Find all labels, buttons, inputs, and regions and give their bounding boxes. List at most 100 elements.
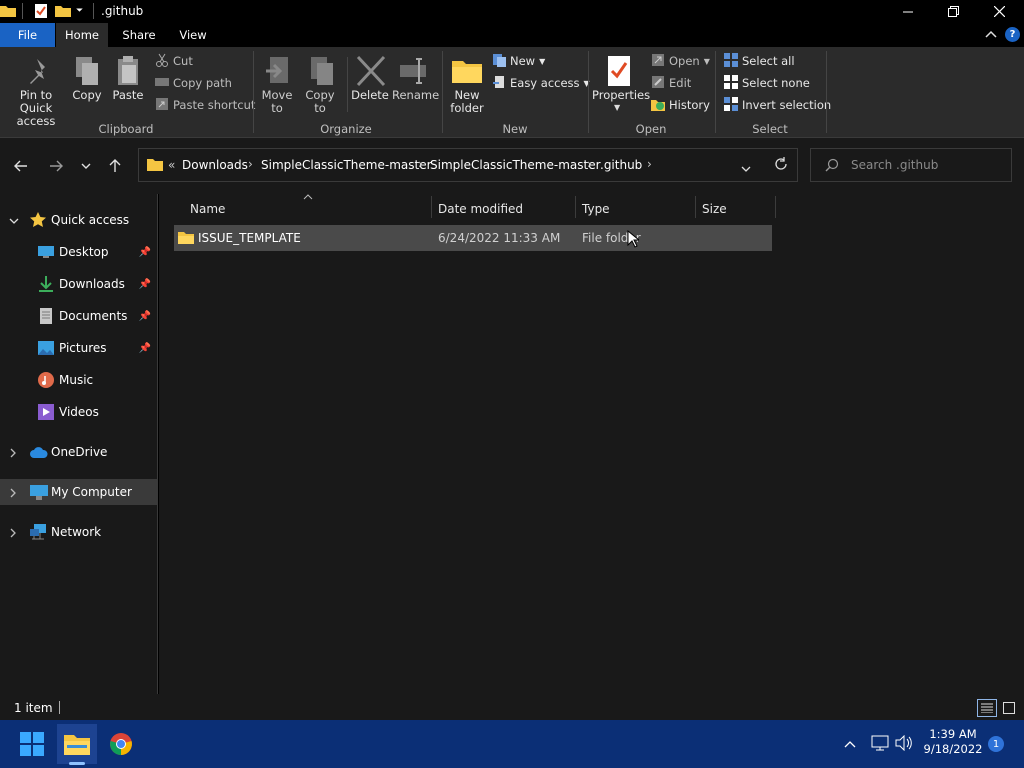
nav-item-desktop[interactable]: Desktop 📌 [0,239,157,265]
nav-item-quick-access[interactable]: Quick access [0,207,157,233]
cut-button[interactable]: Cut [155,52,193,70]
forward-button[interactable] [44,156,68,176]
desktop-icon [38,246,54,261]
chevron-expanded-icon[interactable] [9,213,19,227]
nav-item-my-computer[interactable]: My Computer [0,479,157,505]
help-icon[interactable]: ? [1005,27,1020,42]
pin-icon[interactable]: 📌 [139,247,151,258]
properties-button[interactable]: Properties ▼ [592,55,650,117]
search-box[interactable]: Search .github [810,148,1012,182]
start-button[interactable] [12,724,52,764]
nav-item-network[interactable]: Network [0,519,157,545]
search-icon [825,158,839,175]
clock[interactable]: 1:39 AM 9/18/2022 [920,727,986,757]
paste-shortcut-button[interactable]: Paste shortcut [155,96,255,114]
pin-icon[interactable]: 📌 [139,311,151,322]
breadcrumb-item[interactable]: Downloads [182,158,248,172]
copy-label: Copy [72,88,102,102]
address-history-icon[interactable] [741,161,751,175]
network-status-icon[interactable] [871,735,889,754]
table-row[interactable]: ISSUE_TEMPLATE 6/24/2022 11:33 AM File f… [174,225,772,251]
collapse-ribbon-icon[interactable] [984,27,998,41]
navigation-pane: Quick access Desktop 📌 Downloads 📌 Docum… [0,194,158,694]
new-folder-button[interactable]: New folder [450,55,484,117]
column-header-name[interactable]: Name [190,198,225,220]
copy-to-icon [307,55,335,90]
column-header-size[interactable]: Size [702,198,727,220]
nav-item-onedrive[interactable]: OneDrive [0,439,157,465]
select-none-button[interactable]: Select none [724,74,810,92]
nav-item-documents[interactable]: Documents 📌 [0,303,157,329]
tab-view[interactable]: View [170,23,216,47]
pin-icon[interactable]: 📌 [139,279,151,290]
delete-button[interactable]: Delete [350,55,390,117]
taskbar-file-explorer[interactable] [57,724,97,765]
nav-item-videos[interactable]: Videos [0,399,157,425]
easy-access-button[interactable]: Easy access ▼ [492,74,590,92]
copy-icon [74,55,100,90]
column-separator[interactable] [575,196,576,218]
new-folder-quick-icon[interactable] [55,4,71,17]
nav-label: Videos [59,405,99,419]
copy-button[interactable]: Copy [70,55,104,105]
restore-button[interactable] [930,0,976,23]
ribbon-separator [253,51,254,133]
column-separator[interactable] [695,196,696,218]
dropdown-arrow-icon: ▼ [614,103,621,112]
details-view-icon[interactable] [977,699,997,717]
new-item-button[interactable]: New ▼ [492,52,545,70]
copy-path-button[interactable]: Copy path [155,74,232,92]
column-separator[interactable] [431,196,432,218]
close-button[interactable] [976,0,1022,23]
edit-icon [651,75,665,92]
up-button[interactable] [103,156,127,176]
rename-button[interactable]: Rename [392,55,439,105]
history-button[interactable]: History [651,96,710,114]
breadcrumb-item[interactable]: SimpleClassicTheme-master [430,158,601,172]
breadcrumb-separator-icon[interactable]: › [587,157,592,171]
back-button[interactable] [9,156,33,176]
properties-quick-icon[interactable] [34,3,48,19]
breadcrumb-separator-icon[interactable]: › [418,157,423,171]
open-button[interactable]: Open ▼ [651,52,710,70]
move-to-button[interactable]: Move to [260,55,294,117]
refresh-icon[interactable] [774,157,788,174]
address-bar[interactable]: « Downloads › SimpleClassicTheme-master … [138,148,798,182]
file-name[interactable]: ISSUE_TEMPLATE [198,225,301,251]
column-header-date[interactable]: Date modified [438,198,523,220]
chevron-right-icon[interactable] [10,447,16,461]
tab-file[interactable]: File [0,23,55,47]
notification-badge[interactable]: 1 [988,736,1004,752]
ribbon-separator [715,51,716,133]
column-separator[interactable] [775,196,776,218]
move-to-icon [264,55,292,90]
chevron-right-icon[interactable] [10,527,16,541]
taskbar-chrome[interactable] [101,724,141,764]
videos-icon [38,404,54,423]
paste-button[interactable]: Paste [110,55,146,105]
breadcrumb-item[interactable]: .github [600,158,642,172]
customize-toolbar-icon[interactable]: ⏷ [76,2,88,20]
show-hidden-icons-icon[interactable] [844,737,856,751]
large-icons-view-icon[interactable] [1000,700,1018,716]
breadcrumb-separator-icon[interactable]: › [248,157,253,171]
copy-to-button[interactable]: Copy to [303,55,337,117]
tab-share[interactable]: Share [110,23,168,47]
select-all-button[interactable]: Select all [724,52,795,70]
pin-icon[interactable]: 📌 [139,343,151,354]
tab-home[interactable]: Home [56,23,108,47]
volume-icon[interactable] [895,734,913,754]
breadcrumb-overflow[interactable]: « [168,158,175,172]
breadcrumb-item[interactable]: SimpleClassicTheme-master [261,158,432,172]
pin-to-quick-access-button[interactable]: Pin to Quick access [4,55,68,128]
edit-button[interactable]: Edit [651,74,691,92]
column-header-type[interactable]: Type [582,198,610,220]
breadcrumb-separator-icon[interactable]: › [647,157,652,171]
invert-selection-button[interactable]: Invert selection [724,96,831,114]
nav-item-downloads[interactable]: Downloads 📌 [0,271,157,297]
nav-item-music[interactable]: Music [0,367,157,393]
minimize-button[interactable] [885,0,931,23]
nav-item-pictures[interactable]: Pictures 📌 [0,335,157,361]
recent-locations-button[interactable] [74,156,98,176]
chevron-right-icon[interactable] [10,487,16,501]
